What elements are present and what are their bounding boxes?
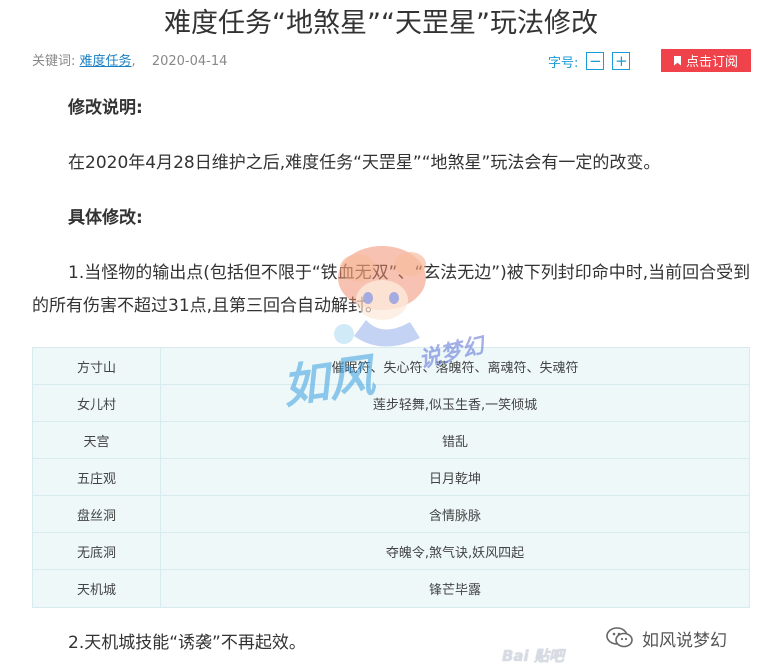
table-row: 天机城 锋芒毕露 [33,570,749,607]
keyword-label: 关键词: [32,54,76,69]
section-heading-description: 修改说明: [68,98,143,118]
seals-cell: 莲步轻舞,似玉生香,一笑倾城 [372,397,538,413]
font-decrease-button[interactable]: − [586,52,605,70]
bookmark-icon [673,55,681,66]
sect-cell: 方寸山 [33,348,161,384]
table-row: 盘丝洞 含情脉脉 [33,496,749,533]
keyword-separator: , [131,54,136,69]
sect-cell: 女儿村 [33,385,161,421]
baidu-tieba-watermark: Bai 贴吧 [502,647,564,665]
sect-cell: 天机城 [33,570,161,607]
subscribe-label: 点击订阅 [685,55,738,70]
table-row: 女儿村 莲步轻舞,似玉生香,一笑倾城 [33,385,749,422]
keyword-link[interactable]: 难度任务 [80,54,132,69]
wechat-icon [606,627,633,648]
seals-cell: 催眠符、失心符、落魄符、离魂符、失魂符 [331,360,579,376]
seal-table: 方寸山 催眠符、失心符、落魄符、离魂符、失魂符 女儿村 莲步轻舞,似玉生香,一笑… [32,347,750,608]
sect-cell: 盘丝洞 [33,496,161,532]
seals-cell: 锋芒毕露 [428,583,481,598]
change-item-1: 1.当怪物的输出点(包括但不限于“铁血无双”、“玄法无边”)被下列封印命中时,当… [32,263,751,316]
table-row: 无底洞 夺魄令,煞气诀,妖风四起 [33,533,749,570]
table-row: 天宫 错乱 [33,422,749,459]
article-meta: 关键词: 难度任务, 2020-04-14 [32,52,227,72]
seals-cell: 夺魄令,煞气诀,妖风四起 [385,545,525,561]
sect-cell: 天宫 [33,422,161,458]
seals-cell: 含情脉脉 [428,508,481,524]
seals-cell: 错乱 [441,434,468,450]
seals-cell: 日月乾坤 [428,471,481,487]
description-paragraph: 在2020年4月28日维护之后,难度任务“天罡星”“地煞星”玩法会有一定的改变。 [68,153,661,173]
font-size-control: 字号: − + [548,50,631,72]
wechat-account-watermark: 如风说梦幻 [606,624,727,652]
sect-cell: 五庄观 [33,459,161,495]
font-increase-button[interactable]: + [612,52,631,70]
sect-cell: 无底洞 [33,533,161,569]
table-row: 方寸山 催眠符、失心符、落魄符、离魂符、失魂符 [33,348,749,385]
table-row: 五庄观 日月乾坤 [33,459,749,496]
section-heading-changes: 具体修改: [68,208,143,228]
wechat-account-name: 如风说梦幻 [642,630,727,651]
subscribe-button[interactable]: 点击订阅 [661,49,751,72]
article-title: 难度任务“地煞星”“天罡星”玩法修改 [164,8,598,39]
publish-date: 2020-04-14 [151,54,228,69]
font-size-label: 字号: [548,55,579,71]
